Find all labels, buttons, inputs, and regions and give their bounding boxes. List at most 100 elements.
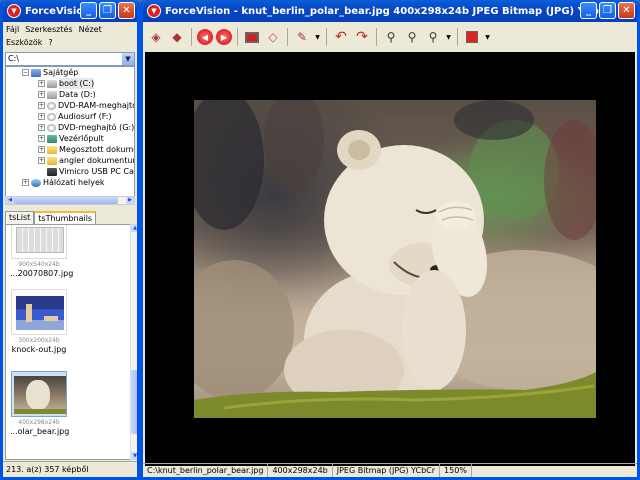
restore-button[interactable]: ❐ bbox=[599, 2, 616, 19]
tree-item-label: DVD-RAM-meghajtó (E:) bbox=[58, 101, 135, 110]
expand-toggle-icon[interactable]: + bbox=[38, 146, 45, 153]
expand-toggle-icon[interactable]: + bbox=[38, 102, 45, 109]
cd-drive-icon bbox=[47, 123, 56, 132]
expand-toggle-icon[interactable]: + bbox=[38, 135, 45, 142]
scroll-thumb[interactable] bbox=[131, 370, 137, 434]
keyboard-thumbnail bbox=[16, 227, 64, 253]
polar-bear-illustration bbox=[194, 100, 596, 418]
tree-item[interactable]: Vimicro USB PC Camera bbox=[6, 166, 134, 177]
panel-tabs: tsList tsThumbnails bbox=[5, 211, 97, 224]
save-icon[interactable]: ◆ bbox=[168, 28, 186, 46]
separator bbox=[237, 28, 238, 46]
fullscreen-icon[interactable] bbox=[243, 28, 261, 46]
status-format: JPEG Bitmap (JPG) YCbCr bbox=[333, 464, 441, 477]
thumbnail-image bbox=[11, 371, 67, 417]
tab-list[interactable]: tsList bbox=[5, 211, 35, 224]
thumbnail-item-selected[interactable]: 400x298x24b ...olar_bear.jpg bbox=[10, 371, 70, 436]
thumbnail-name: ...20070807.jpg bbox=[10, 269, 74, 278]
expand-toggle-icon[interactable]: + bbox=[38, 157, 45, 164]
slideshow-icon[interactable]: ◇ bbox=[264, 28, 282, 46]
expand-toggle-icon[interactable]: + bbox=[38, 80, 45, 87]
thumbnail-item[interactable]: 900x540x24b ...20070807.jpg bbox=[10, 225, 74, 278]
chevron-down-icon[interactable]: ▼ bbox=[484, 28, 491, 46]
tree-item[interactable]: + Data (D:) bbox=[6, 89, 134, 100]
thumbnail-dims: 300x200x24b bbox=[18, 337, 60, 344]
polar-bear-thumbnail bbox=[14, 376, 66, 414]
scroll-right-icon[interactable]: ▶ bbox=[126, 197, 134, 204]
tree-item[interactable]: + Audiosurf (F:) bbox=[6, 111, 134, 122]
thumbnail-vertical-scrollbar[interactable]: ▲ ▼ bbox=[130, 224, 137, 460]
menu-file[interactable]: Fájl bbox=[6, 24, 19, 37]
scroll-up-icon[interactable]: ▲ bbox=[131, 224, 137, 232]
next-image-icon[interactable]: ▶ bbox=[216, 29, 232, 45]
separator bbox=[326, 28, 327, 46]
expand-toggle-icon[interactable]: + bbox=[38, 124, 45, 131]
previous-image-icon[interactable]: ◀ bbox=[197, 29, 213, 45]
folder-icon bbox=[47, 145, 57, 154]
expand-toggle-icon[interactable]: + bbox=[38, 113, 45, 120]
rotate-left-icon[interactable]: ↶ bbox=[332, 28, 350, 46]
browser-titlebar[interactable]: ▼ ForceVision _ ❐ ✕ bbox=[3, 0, 137, 22]
tree-item[interactable]: + Hálózati helyek bbox=[6, 177, 134, 188]
camera-icon bbox=[47, 167, 57, 176]
close-button[interactable]: ✕ bbox=[618, 2, 635, 19]
chevron-down-icon[interactable]: ▼ bbox=[445, 28, 452, 46]
thumbnail-item[interactable]: 300x200x24b knock-out.jpg bbox=[10, 289, 68, 354]
thumbnail-dims: 400x298x24b bbox=[18, 419, 60, 426]
tree-item-label: Vimicro USB PC Camera bbox=[59, 167, 134, 176]
path-combobox[interactable]: C:\ ▼ bbox=[5, 52, 135, 66]
background-color-icon[interactable] bbox=[463, 28, 481, 46]
menu-edit[interactable]: Szerkesztés bbox=[25, 24, 72, 37]
rotate-right-icon[interactable]: ↷ bbox=[353, 28, 371, 46]
thumbnail-image bbox=[11, 225, 67, 259]
toolbar: ◈ ◆ ◀ ▶ ◇ ✎ ▼ ↶ ↷ ⚲ ⚲ ⚲ ▼ ▼ bbox=[143, 22, 637, 52]
viewer-window: ▼ ForceVision - knut_berlin_polar_bear.j… bbox=[140, 0, 640, 480]
menu-help[interactable]: ? bbox=[48, 37, 52, 50]
folder-tree[interactable]: − Sajátgép + boot (C:) + Data (D:) + DVD-RAM-me… bbox=[5, 66, 135, 198]
tree-item[interactable]: + DVD-meghajtó (G:) bbox=[6, 122, 134, 133]
tree-item[interactable]: + DVD-RAM-meghajtó (E:) bbox=[6, 100, 134, 111]
tree-item-label: Sajátgép bbox=[43, 68, 79, 77]
thumbnail-panel[interactable]: 900x540x24b ...20070807.jpg 300x200x24b … bbox=[5, 224, 131, 460]
scroll-left-icon[interactable]: ◀ bbox=[6, 197, 14, 204]
zoom-icon[interactable]: ⚲ bbox=[424, 28, 442, 46]
tree-item[interactable]: + angler dokumentumai bbox=[6, 155, 134, 166]
boxing-thumbnail bbox=[16, 296, 64, 330]
chevron-down-icon[interactable]: ▼ bbox=[314, 28, 321, 46]
tree-item-label: Hálózati helyek bbox=[43, 178, 105, 187]
pen-icon[interactable]: ✎ bbox=[293, 28, 311, 46]
tree-item[interactable]: + boot (C:) bbox=[6, 78, 134, 89]
computer-icon bbox=[31, 68, 41, 77]
zoom-in-icon[interactable]: ⚲ bbox=[382, 28, 400, 46]
tab-thumbnails[interactable]: tsThumbnails bbox=[34, 211, 97, 224]
tree-item-label: boot (C:) bbox=[59, 78, 95, 89]
separator bbox=[287, 28, 288, 46]
open-icon[interactable]: ◈ bbox=[147, 28, 165, 46]
scroll-thumb[interactable] bbox=[14, 197, 118, 204]
status-path: C:\knut_berlin_polar_bear.jpg bbox=[143, 464, 269, 477]
zoom-out-icon[interactable]: ⚲ bbox=[403, 28, 421, 46]
tree-item[interactable]: + Megosztott dokumentumok bbox=[6, 144, 134, 155]
menu-bar: Fájl Szerkesztés Nézet Eszközök ? bbox=[3, 22, 137, 52]
expand-toggle-icon[interactable]: − bbox=[22, 69, 29, 76]
expand-toggle-icon[interactable]: + bbox=[38, 91, 45, 98]
app-icon: ▼ bbox=[147, 4, 161, 18]
restore-button[interactable]: ❐ bbox=[99, 2, 116, 19]
browser-status-bar: 213. a(z) 357 képből bbox=[3, 461, 137, 477]
tree-horizontal-scrollbar[interactable]: ◀ ▶ bbox=[5, 196, 135, 205]
scroll-down-icon[interactable]: ▼ bbox=[131, 452, 137, 460]
polar-bear-photo bbox=[194, 100, 596, 418]
image-viewer[interactable] bbox=[145, 52, 635, 466]
menu-view[interactable]: Nézet bbox=[79, 24, 102, 37]
tree-item[interactable]: − Sajátgép bbox=[6, 67, 134, 78]
menu-tools[interactable]: Eszközök bbox=[6, 37, 42, 50]
tree-item[interactable]: + Vezérlőpult bbox=[6, 133, 134, 144]
expand-toggle-icon[interactable]: + bbox=[22, 179, 29, 186]
minimize-button[interactable]: _ bbox=[80, 2, 97, 19]
minimize-button[interactable]: _ bbox=[580, 2, 597, 19]
thumbnail-name: ...olar_bear.jpg bbox=[10, 427, 70, 436]
close-button[interactable]: ✕ bbox=[118, 2, 135, 19]
viewer-titlebar[interactable]: ▼ ForceVision - knut_berlin_polar_bear.j… bbox=[143, 0, 637, 22]
chevron-down-icon[interactable]: ▼ bbox=[122, 53, 134, 65]
